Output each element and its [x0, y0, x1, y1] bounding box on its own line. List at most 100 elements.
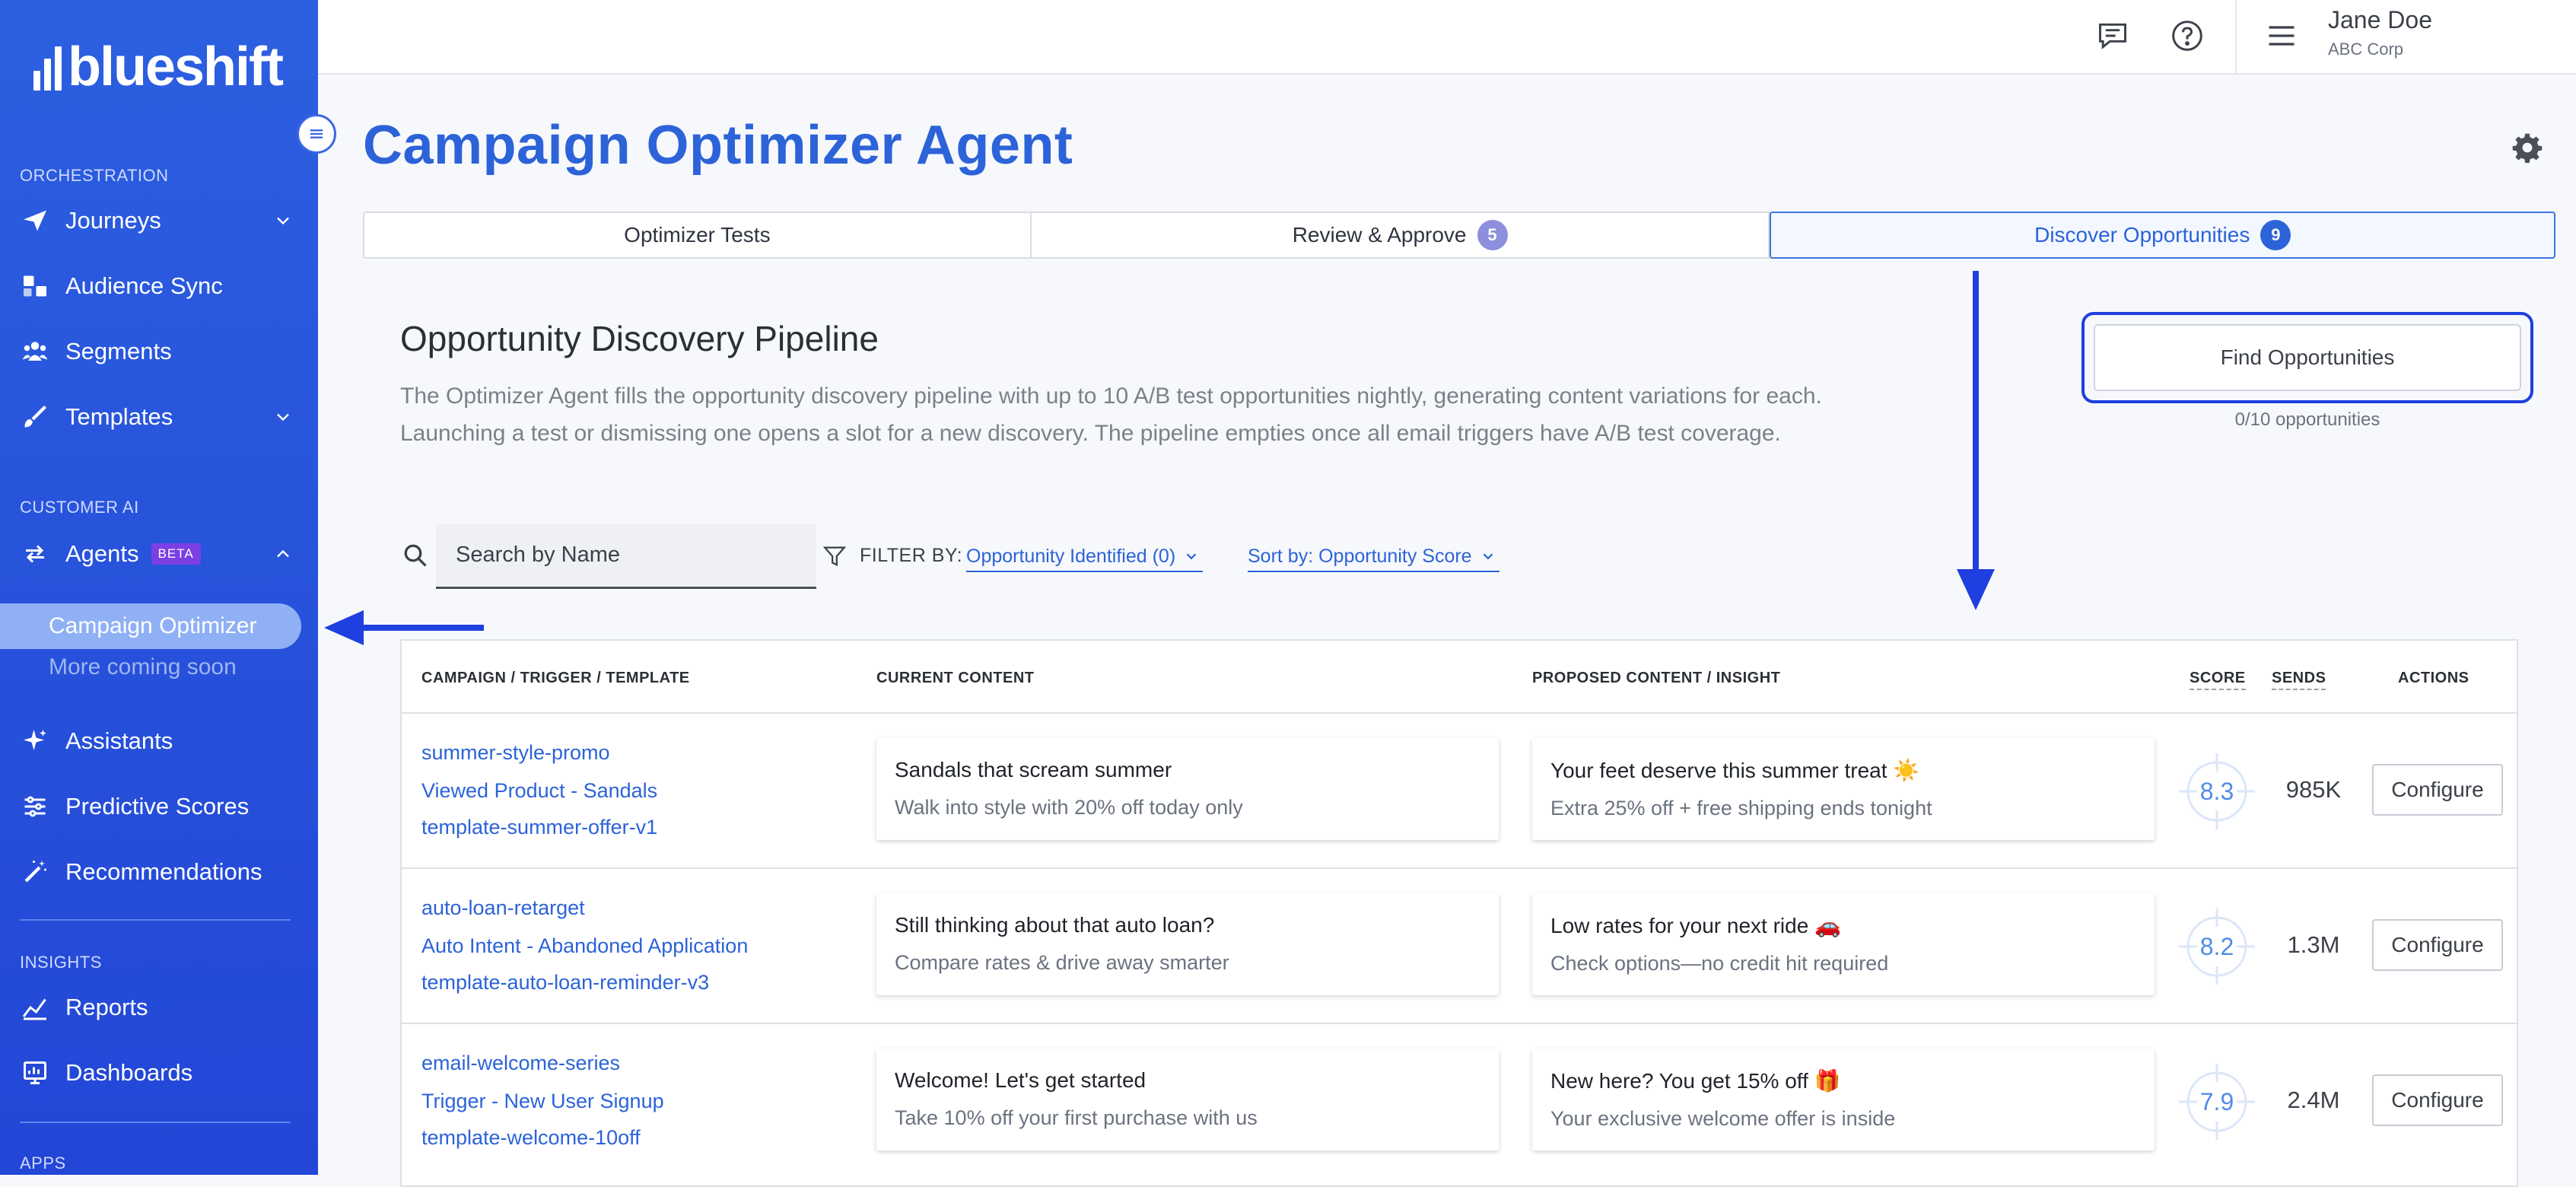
- current-content-card: Sandals that scream summer Walk into sty…: [876, 738, 1499, 840]
- tab-label: Optimizer Tests: [624, 223, 771, 247]
- sidebar-item-templates[interactable]: Templates: [20, 396, 294, 438]
- section-title: Opportunity Discovery Pipeline: [400, 319, 879, 358]
- score-value: 8.2: [2199, 932, 2234, 960]
- section-label-insights: INSIGHTS: [20, 953, 102, 972]
- score-indicator: 8.3: [2179, 753, 2255, 829]
- proposed-content-title: Low rates for your next ride 🚗: [1550, 914, 1841, 937]
- sidebar-item-label: Assistants: [65, 727, 173, 754]
- proposed-content-card: Low rates for your next ride 🚗 Check opt…: [1532, 893, 2155, 995]
- sidebar-divider: [20, 1122, 291, 1123]
- beta-badge: BETA: [151, 543, 201, 565]
- configure-button[interactable]: Configure: [2372, 919, 2503, 971]
- section-description: The Optimizer Agent fills the opportunit…: [400, 377, 1998, 452]
- sidebar-item-recommendations[interactable]: Recommendations: [20, 851, 294, 893]
- logo-bars-icon: [33, 43, 62, 91]
- template-link[interactable]: template-summer-offer-v1: [421, 816, 657, 839]
- column-header-actions: ACTIONS: [2398, 670, 2469, 686]
- sidebar-item-label: Reports: [65, 994, 148, 1020]
- trigger-link[interactable]: Auto Intent - Abandoned Application: [421, 934, 748, 958]
- user-name[interactable]: Jane Doe: [2328, 6, 2432, 34]
- chevron-up-icon[interactable]: [272, 543, 294, 565]
- sidebar-item-audience-sync[interactable]: Audience Sync: [20, 265, 294, 307]
- trigger-link[interactable]: Viewed Product - Sandals: [421, 779, 657, 803]
- sidebar-item-label: Journeys: [65, 207, 161, 234]
- sidebar-item-label: Recommendations: [65, 858, 262, 885]
- hamburger-icon: [2269, 26, 2295, 46]
- sidebar-item-label: Agents: [65, 540, 139, 567]
- sidebar-item-predictive-scores[interactable]: Predictive Scores: [20, 785, 294, 828]
- template-link[interactable]: template-auto-loan-reminder-v3: [421, 971, 709, 994]
- tab-label: Review & Approve: [1292, 223, 1467, 247]
- score-value: 8.3: [2199, 777, 2234, 805]
- template-link[interactable]: template-welcome-10off: [421, 1126, 641, 1150]
- tab-label: Discover Opportunities: [2034, 223, 2250, 247]
- sidebar-item-segments[interactable]: Segments: [20, 330, 294, 373]
- tab-discover-opportunities[interactable]: Discover Opportunities 9: [1770, 212, 2555, 259]
- tab-bar: Optimizer Tests Review & Approve 5 Disco…: [363, 212, 2555, 259]
- column-header-sends[interactable]: SENDS: [2272, 670, 2326, 690]
- score-value: 7.9: [2199, 1087, 2234, 1115]
- brand-name: blueshift: [68, 37, 284, 97]
- page-title: Campaign Optimizer Agent: [363, 115, 1073, 176]
- chart-line-icon: [20, 992, 50, 1023]
- sort-dropdown[interactable]: Sort by: Opportunity Score: [1248, 542, 1499, 572]
- help-button[interactable]: [2168, 17, 2206, 55]
- current-content-subtitle: Compare rates & drive away smarter: [895, 951, 1229, 974]
- sidebar-item-reports[interactable]: Reports: [20, 986, 294, 1029]
- proposed-content-title: New here? You get 15% off 🎁: [1550, 1069, 1841, 1093]
- search-field[interactable]: [436, 523, 816, 589]
- brush-icon: [20, 402, 50, 432]
- configure-button[interactable]: Configure: [2372, 764, 2503, 816]
- campaign-link[interactable]: summer-style-promo: [421, 741, 610, 765]
- users-icon: [20, 336, 50, 367]
- column-header-score[interactable]: SCORE: [2190, 670, 2246, 690]
- proposed-content-card: New here? You get 15% off 🎁 Your exclusi…: [1532, 1049, 2155, 1150]
- feedback-button[interactable]: [2094, 17, 2132, 55]
- section-label-apps: APPS: [20, 1154, 66, 1173]
- campaign-link[interactable]: email-welcome-series: [421, 1052, 620, 1075]
- brand-logo[interactable]: blueshift: [33, 37, 284, 97]
- sidebar-item-agents[interactable]: Agents BETA: [20, 533, 294, 575]
- sparkle-icon: [20, 726, 50, 756]
- sidebar-item-journeys[interactable]: Journeys: [20, 199, 294, 242]
- trigger-link[interactable]: Trigger - New User Signup: [421, 1090, 664, 1113]
- filter-dropdown[interactable]: Opportunity Identified (0): [966, 542, 1204, 572]
- table-row: summer-style-promo Viewed Product - Sand…: [402, 714, 2517, 869]
- sends-value: 2.4M: [2287, 1087, 2340, 1113]
- chat-icon: [2099, 23, 2126, 49]
- chevron-down-icon[interactable]: [272, 406, 294, 428]
- sync-icon: [20, 271, 50, 301]
- tab-optimizer-tests[interactable]: Optimizer Tests: [364, 213, 1032, 257]
- chevron-down-icon[interactable]: [272, 210, 294, 231]
- chevron-down-icon: [1483, 553, 1493, 560]
- opportunities-table: CAMPAIGN / TRIGGER / TEMPLATE CURRENT CO…: [400, 639, 2518, 1187]
- column-header-proposed: PROPOSED CONTENT / INSIGHT: [1532, 670, 1781, 686]
- user-menu-button[interactable]: [2263, 17, 2301, 55]
- sidebar-subitem-campaign-optimizer[interactable]: Campaign Optimizer: [0, 603, 301, 649]
- magic-wand-icon: [20, 857, 50, 887]
- section-description-line: Launching a test or dismissing one opens…: [400, 421, 1781, 446]
- current-content-card: Still thinking about that auto loan? Com…: [876, 893, 1499, 995]
- sidebar-subitem-coming-soon: More coming soon: [49, 654, 237, 679]
- sidebar-item-dashboards[interactable]: Dashboards: [20, 1052, 294, 1094]
- search-input[interactable]: [454, 542, 816, 568]
- proposed-content-subtitle: Your exclusive welcome offer is inside: [1550, 1107, 1896, 1130]
- tab-review-approve[interactable]: Review & Approve 5: [1032, 213, 1770, 257]
- campaign-link[interactable]: auto-loan-retarget: [421, 896, 585, 920]
- table-row: email-welcome-series Trigger - New User …: [402, 1024, 2517, 1179]
- find-opportunities-button[interactable]: Find Opportunities: [2094, 324, 2521, 391]
- column-header-current: CURRENT CONTENT: [876, 670, 1035, 686]
- sliders-icon: [20, 791, 50, 822]
- tab-count-badge: 9: [2260, 220, 2291, 250]
- dashboard-icon: [20, 1058, 50, 1088]
- sends-value: 1.3M: [2287, 931, 2340, 958]
- score-indicator: 8.2: [2179, 909, 2255, 985]
- sidebar-item-label: Dashboards: [65, 1059, 193, 1086]
- gear-icon[interactable]: [2511, 131, 2544, 164]
- section-label-orchestration: ORCHESTRATION: [20, 166, 169, 185]
- configure-button[interactable]: Configure: [2372, 1074, 2503, 1126]
- current-content-subtitle: Take 10% off your first purchase with us: [895, 1106, 1258, 1129]
- current-content-card: Welcome! Let's get started Take 10% off …: [876, 1049, 1499, 1150]
- sidebar-item-assistants[interactable]: Assistants: [20, 720, 294, 762]
- sidebar-collapse-button[interactable]: [297, 114, 336, 154]
